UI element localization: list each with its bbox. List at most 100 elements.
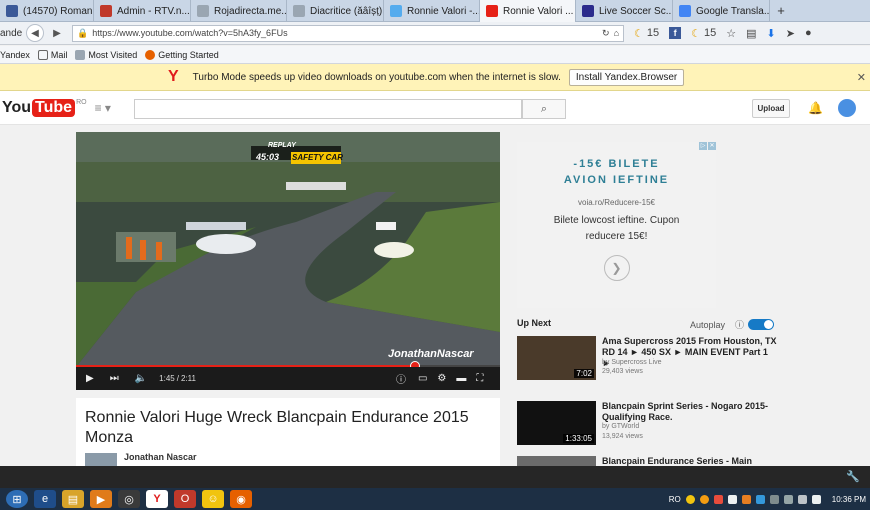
tab-twitter[interactable]: Ronnie Valori -... ✕ bbox=[384, 0, 480, 22]
forward-button[interactable]: ▶ bbox=[48, 24, 66, 42]
video-thumbnail[interactable] bbox=[517, 456, 596, 466]
video-player[interactable]: REPLAY 45:03 SAFETY CAR JonathanNascar ▶… bbox=[76, 132, 500, 390]
weather-count: 15 bbox=[646, 27, 660, 39]
recommended-video[interactable]: Blancpain Endurance Series - Main bbox=[517, 456, 777, 466]
info-icon[interactable]: ⓘ bbox=[396, 371, 406, 386]
time-separator: / bbox=[176, 374, 179, 383]
info-icon[interactable]: ⓘ bbox=[735, 318, 744, 331]
search-input[interactable] bbox=[134, 99, 522, 119]
tray-smiley-icon[interactable] bbox=[685, 494, 695, 504]
recommended-title[interactable]: Blancpain Endurance Series - Main bbox=[602, 456, 777, 466]
bookmark-star-icon[interactable]: ☆ bbox=[726, 27, 736, 40]
bluetooth-icon[interactable] bbox=[755, 494, 765, 504]
tab-facebook[interactable]: (14570) Roman... ✕ bbox=[0, 0, 94, 22]
time-current: 1:45 bbox=[159, 374, 175, 383]
moon-icon: ☾ bbox=[634, 27, 644, 40]
tray-app-icon[interactable] bbox=[713, 494, 723, 504]
app-icon[interactable]: ◎ bbox=[118, 490, 140, 508]
explorer-icon[interactable]: ▤ bbox=[62, 490, 84, 508]
channel-watermark: JonathanNascar bbox=[388, 348, 474, 360]
download-icon[interactable]: ⬇ bbox=[767, 27, 776, 40]
network-icon[interactable] bbox=[769, 494, 779, 504]
facebook-button[interactable]: f bbox=[669, 27, 682, 39]
channel-name[interactable]: Jonathan Nascar bbox=[124, 452, 197, 462]
fullscreen-icon[interactable]: ⛶ bbox=[476, 373, 483, 384]
language-indicator[interactable]: RO bbox=[669, 495, 681, 504]
tray-smiley-icon[interactable] bbox=[699, 494, 709, 504]
ad-site: voia.ro/Reducere-15€ bbox=[578, 198, 655, 207]
guide-menu-icon[interactable]: ≡ ▾ bbox=[95, 101, 111, 115]
bookmark-mail[interactable]: Mail bbox=[37, 49, 67, 60]
search-button[interactable]: ⌕ bbox=[522, 99, 566, 119]
play-icon[interactable]: ▶ bbox=[86, 373, 94, 384]
toggle-knob bbox=[764, 320, 774, 329]
rtv-icon bbox=[100, 5, 112, 17]
bookmark-getting-started[interactable]: Getting Started bbox=[145, 49, 219, 60]
tray-app-icon[interactable] bbox=[727, 494, 737, 504]
tab-rtv[interactable]: Admin - RTV.n... ✕ bbox=[94, 0, 191, 22]
tray-app-icon[interactable] bbox=[741, 494, 751, 504]
tab-translate[interactable]: Google Transla... ✕ bbox=[673, 0, 770, 22]
messenger-icon[interactable]: ☺ bbox=[202, 490, 224, 508]
replay-label: REPLAY bbox=[268, 142, 296, 149]
firefox-icon[interactable]: ◉ bbox=[230, 490, 252, 508]
recommended-views: 29,403 views bbox=[602, 368, 643, 375]
yandex-browser-icon[interactable]: Y bbox=[146, 490, 168, 508]
weather-widget-2[interactable]: ☾ 15 bbox=[691, 27, 716, 40]
close-banner-icon[interactable]: ✕ bbox=[857, 71, 866, 84]
reload-icon[interactable]: ↻ bbox=[602, 28, 610, 39]
tab-livescore[interactable]: Live Soccer Sc... ✕ bbox=[576, 0, 673, 22]
video-thumbnail[interactable]: 7:02 bbox=[517, 336, 596, 380]
sidebar-ad[interactable]: ▷ ✕ -15€ BILETE AVION IEFTINE voia.ro/Red… bbox=[517, 142, 716, 308]
volume-icon[interactable]: 🔈 bbox=[135, 373, 147, 384]
signal-icon[interactable] bbox=[811, 494, 821, 504]
chat-icon[interactable]: ● bbox=[805, 27, 812, 39]
back-button[interactable]: ◀ bbox=[26, 24, 44, 42]
adchoices-icon[interactable]: ▷ ✕ bbox=[699, 142, 716, 150]
subtitles-icon[interactable]: ▭ bbox=[418, 373, 427, 384]
theater-mode-icon[interactable]: ▬ bbox=[456, 373, 466, 384]
home-icon[interactable]: ⌂ bbox=[614, 28, 619, 38]
translate-icon bbox=[679, 5, 691, 17]
bookmark-yandex[interactable]: Yandex bbox=[0, 50, 30, 60]
clipboard-icon[interactable]: ▤ bbox=[746, 27, 756, 40]
tab-youtube[interactable]: Ronnie Valori ... ✕ bbox=[480, 0, 576, 22]
install-yandex-button[interactable]: Install Yandex.Browser bbox=[568, 68, 685, 86]
start-button-icon[interactable]: ⊞ bbox=[6, 490, 28, 508]
wrench-icon[interactable]: 🔧 bbox=[846, 470, 860, 483]
autoplay-toggle[interactable] bbox=[748, 319, 775, 330]
next-icon[interactable]: ⏭ bbox=[110, 373, 119, 384]
settings-gear-icon[interactable]: ⚙ bbox=[437, 373, 446, 384]
weather-count: 15 bbox=[704, 27, 717, 39]
clock[interactable]: 10:36 PM bbox=[832, 495, 866, 504]
recommended-video[interactable]: 1:33:05 Blancpain Sprint Series - Nogaro… bbox=[517, 401, 777, 447]
notifications-bell-icon[interactable]: 🔔 bbox=[808, 101, 823, 115]
avatar[interactable] bbox=[838, 99, 856, 117]
recommended-title[interactable]: Blancpain Sprint Series - Nogaro 2015- Q… bbox=[602, 401, 777, 423]
media-player-icon[interactable]: ▶ bbox=[90, 490, 112, 508]
bookmark-most-visited[interactable]: Most Visited bbox=[75, 49, 137, 60]
ad-arrow-icon[interactable]: ❯ bbox=[603, 255, 630, 281]
ie-icon[interactable]: e bbox=[34, 490, 56, 508]
upload-button[interactable]: Upload bbox=[752, 99, 790, 118]
youtube-logo[interactable]: You Tube RO bbox=[2, 98, 87, 117]
tab-diacritice[interactable]: Diacritice (ăâîșț) - t... ✕ bbox=[287, 0, 384, 22]
tab-label: Live Soccer Sc... bbox=[599, 5, 673, 17]
weather-widget[interactable]: ☾ 15 bbox=[634, 27, 659, 40]
video-thumbnail[interactable]: 1:33:05 bbox=[517, 401, 596, 445]
url-text: https://www.youtube.com/watch?v=5hA3fy_6… bbox=[92, 28, 288, 38]
bookmarks-bar: Yandex Mail Most Visited Getting Started bbox=[0, 46, 870, 64]
opera-icon[interactable]: O bbox=[174, 490, 196, 508]
volume-icon[interactable] bbox=[797, 494, 807, 504]
video-duration: 1:33:05 bbox=[563, 434, 594, 443]
flag-icon[interactable] bbox=[783, 494, 793, 504]
recommended-video[interactable]: 7:02 Ama Supercross 2015 From Houston, T… bbox=[517, 336, 777, 382]
new-tab-button[interactable]: + bbox=[770, 0, 792, 21]
browser-toolbar: andex ◀ ▶ 🔒 https://www.youtube.com/watc… bbox=[0, 22, 870, 45]
search-icon: ⌕ bbox=[540, 102, 548, 115]
address-bar[interactable]: 🔒 https://www.youtube.com/watch?v=5hA3fy… bbox=[72, 24, 624, 42]
send-icon[interactable]: ➤ bbox=[786, 27, 795, 40]
tab-label: Ronnie Valori -... bbox=[407, 5, 480, 17]
tab-rojadirecta[interactable]: Rojadirecta.me... ✕ bbox=[191, 0, 287, 22]
tab-label: Diacritice (ăâîșț) - t... bbox=[310, 5, 383, 17]
